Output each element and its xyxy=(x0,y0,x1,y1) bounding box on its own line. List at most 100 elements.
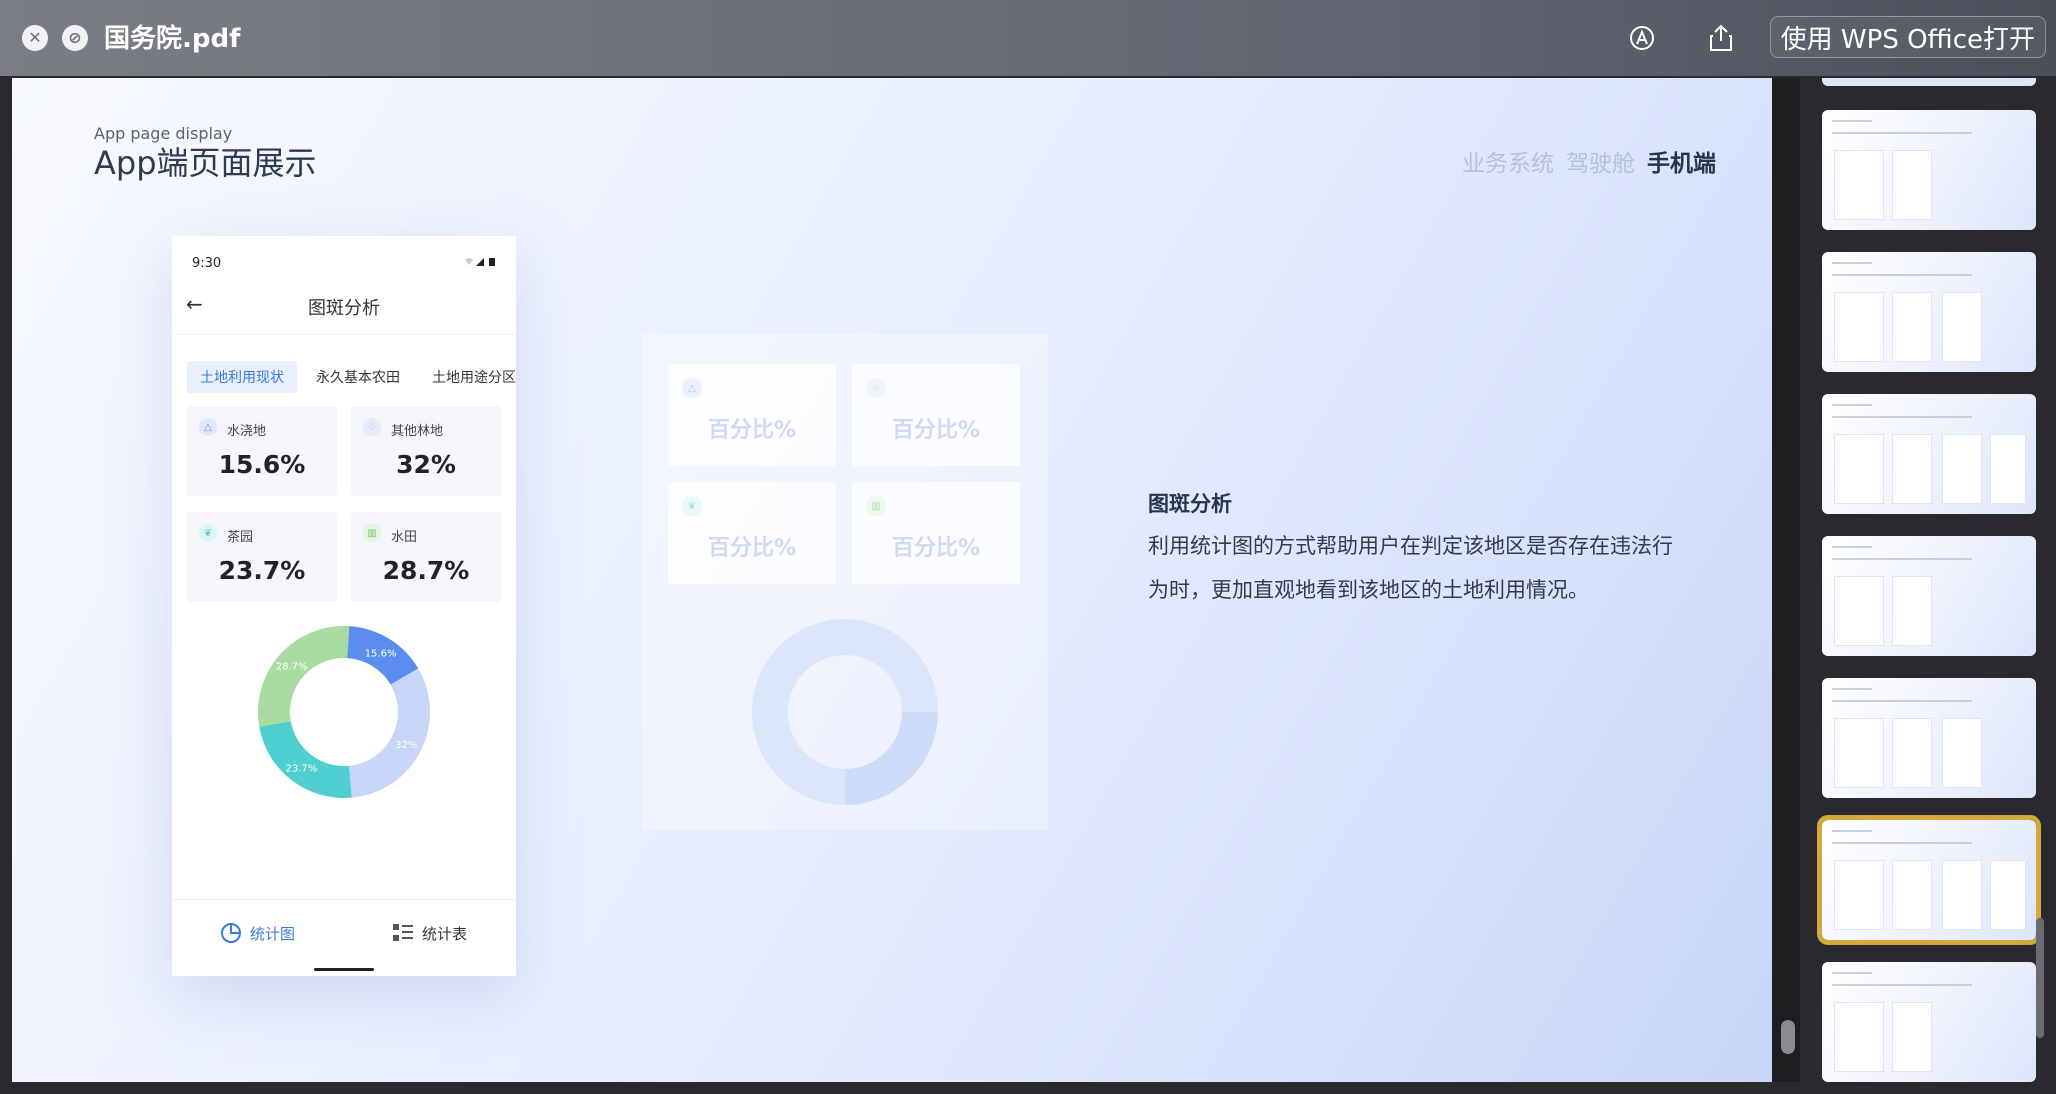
thumbnail-line xyxy=(1832,688,1872,690)
faded-card-text: 百分比% xyxy=(707,418,797,443)
stat-card-paddy: ▥ 水田 28.7% xyxy=(351,512,501,602)
thumbnail-line xyxy=(1832,274,1972,276)
footer-table-label: 统计表 xyxy=(422,924,468,943)
thumbnail-line xyxy=(1832,842,1972,844)
footer-chart-label: 统计图 xyxy=(250,924,296,943)
description-line: 利用统计图的方式帮助用户在判定该地区是否存在违法行 xyxy=(1148,534,1673,558)
share-icon[interactable] xyxy=(1705,22,1737,54)
thumbnail-block xyxy=(1834,292,1884,362)
slide-title: App端页面展示 xyxy=(94,144,317,182)
status-time: 9:30 xyxy=(192,256,222,271)
description-title: 图斑分析 xyxy=(1148,492,1232,516)
pdf-page: App page display App端页面展示 业务系统 驾驶舱 手机端 9… xyxy=(12,78,1772,1082)
nav-item-business: 业务系统 xyxy=(1462,151,1554,177)
close-icon[interactable]: ✕ xyxy=(22,25,48,51)
stat-label: 其他林地 xyxy=(391,424,444,439)
stat-value: 32% xyxy=(396,450,456,479)
stat-label: 水浇地 xyxy=(227,424,267,439)
donut-slice xyxy=(258,626,350,727)
forest-icon: ♧ xyxy=(363,418,381,436)
donut-label: 23.7% xyxy=(286,764,318,775)
thumbnail-line xyxy=(1832,984,1972,986)
tab-farmland[interactable]: 永久基本农田 xyxy=(303,361,413,393)
thumbnail-sidebar xyxy=(1800,78,2056,1094)
stat-value: 28.7% xyxy=(382,556,470,585)
open-with-wps-button[interactable]: 使用 WPS Office打开 xyxy=(1769,16,2046,58)
faded-card-text: 百分比% xyxy=(707,536,797,561)
faded-card: ▥ 百分比% xyxy=(852,482,1020,584)
donut-chart: 15.6% 32% 23.7% 28.7% xyxy=(258,626,430,798)
donut-slice xyxy=(348,668,430,798)
header-divider xyxy=(172,334,516,335)
slide-nav: 业务系统 驾驶舱 手机端 xyxy=(1462,144,1716,178)
stat-value: 23.7% xyxy=(218,556,306,585)
page-thumbnail[interactable] xyxy=(1822,110,2036,230)
irrigation-icon: △ xyxy=(199,418,217,436)
page-thumbnail[interactable] xyxy=(1822,678,2036,798)
thumbnail-block xyxy=(1892,150,1932,220)
home-indicator xyxy=(314,968,374,971)
forest-icon: ♧ xyxy=(866,378,886,398)
faded-ring xyxy=(752,619,938,805)
pie-chart-icon xyxy=(221,923,241,943)
thumbnail-line xyxy=(1832,546,1872,548)
stat-value: 15.6% xyxy=(218,450,306,479)
thumbnail-line xyxy=(1832,700,1972,702)
faded-card: △ 百分比% xyxy=(668,364,836,466)
stat-card-forest: ♧ 其他林地 32% xyxy=(351,406,501,496)
thumbnail-block xyxy=(1892,576,1932,646)
thumbnail-block xyxy=(1942,860,1982,930)
tab-land-use[interactable]: 土地利用现状 xyxy=(187,361,297,393)
thumbnail-block xyxy=(1892,1002,1932,1072)
paddy-icon: ▥ xyxy=(866,496,886,516)
page-scrollbar-thumb[interactable] xyxy=(1781,1020,1795,1054)
thumbnail-block xyxy=(1834,860,1884,930)
leaf-icon: ❦ xyxy=(199,524,217,542)
page-thumbnail[interactable] xyxy=(1822,252,2036,372)
page-thumbnail[interactable] xyxy=(1817,815,2041,945)
thumbnail-block xyxy=(1892,434,1932,504)
title-bar: ✕ ⊘ 国务院.pdf 使用 WPS Office打开 xyxy=(0,0,2056,76)
phone-tabs: 土地利用现状 永久基本农田 土地用途分区 xyxy=(187,361,516,393)
stat-card-tea: ❦ 茶园 23.7% xyxy=(187,512,337,602)
thumbnail-block xyxy=(1892,292,1932,362)
faded-card-text: 百分比% xyxy=(891,536,981,561)
faded-card: ❦ 百分比% xyxy=(668,482,836,584)
thumbnail-line xyxy=(1832,132,1972,134)
document-title: 国务院.pdf xyxy=(104,24,241,54)
donut-label: 15.6% xyxy=(365,648,397,659)
page-thumbnail[interactable] xyxy=(1822,394,2036,514)
description-line: 为时，更加直观地看到该地区的土地利用情况。 xyxy=(1148,578,1589,602)
list-icon xyxy=(393,924,413,941)
status-icons xyxy=(464,256,498,270)
donut-slice xyxy=(259,721,352,798)
page-thumbnail[interactable] xyxy=(1822,536,2036,656)
thumbnail-line xyxy=(1832,558,1972,560)
page-thumbnail[interactable] xyxy=(1822,962,2036,1082)
phone-header-title: 图斑分析 xyxy=(308,298,380,319)
thumbnail-block xyxy=(1892,718,1932,788)
nav-item-mobile: 手机端 xyxy=(1647,151,1716,177)
thumbnail-partial[interactable] xyxy=(1822,78,2036,86)
thumbnail-block xyxy=(1834,150,1884,220)
donut-label: 28.7% xyxy=(276,661,308,672)
stat-label: 茶园 xyxy=(227,530,254,545)
thumbnail-block xyxy=(1834,434,1884,504)
disable-icon[interactable]: ⊘ xyxy=(62,25,88,51)
tab-land-zoning[interactable]: 土地用途分区 xyxy=(419,361,516,393)
thumbnail-block xyxy=(1942,434,1982,504)
thumbnail-block xyxy=(1990,434,2026,504)
sidebar-scrollbar[interactable] xyxy=(2036,918,2044,1038)
donut-label: 32% xyxy=(395,740,417,751)
thumbnail-block xyxy=(1834,1002,1884,1072)
footer-tab-chart[interactable]: 统计图 xyxy=(220,922,295,944)
faded-card: ♧ 百分比% xyxy=(852,364,1020,466)
page-scrollbar-track xyxy=(1772,78,1800,1082)
thumbnail-line xyxy=(1832,262,1872,264)
thumbnail-line xyxy=(1832,972,1872,974)
leaf-icon: ❦ xyxy=(682,496,702,516)
annotate-icon[interactable] xyxy=(1626,22,1658,54)
footer-tab-table[interactable]: 统计表 xyxy=(392,922,467,944)
irrigation-icon: △ xyxy=(682,378,702,398)
thumbnail-block xyxy=(1942,718,1982,788)
